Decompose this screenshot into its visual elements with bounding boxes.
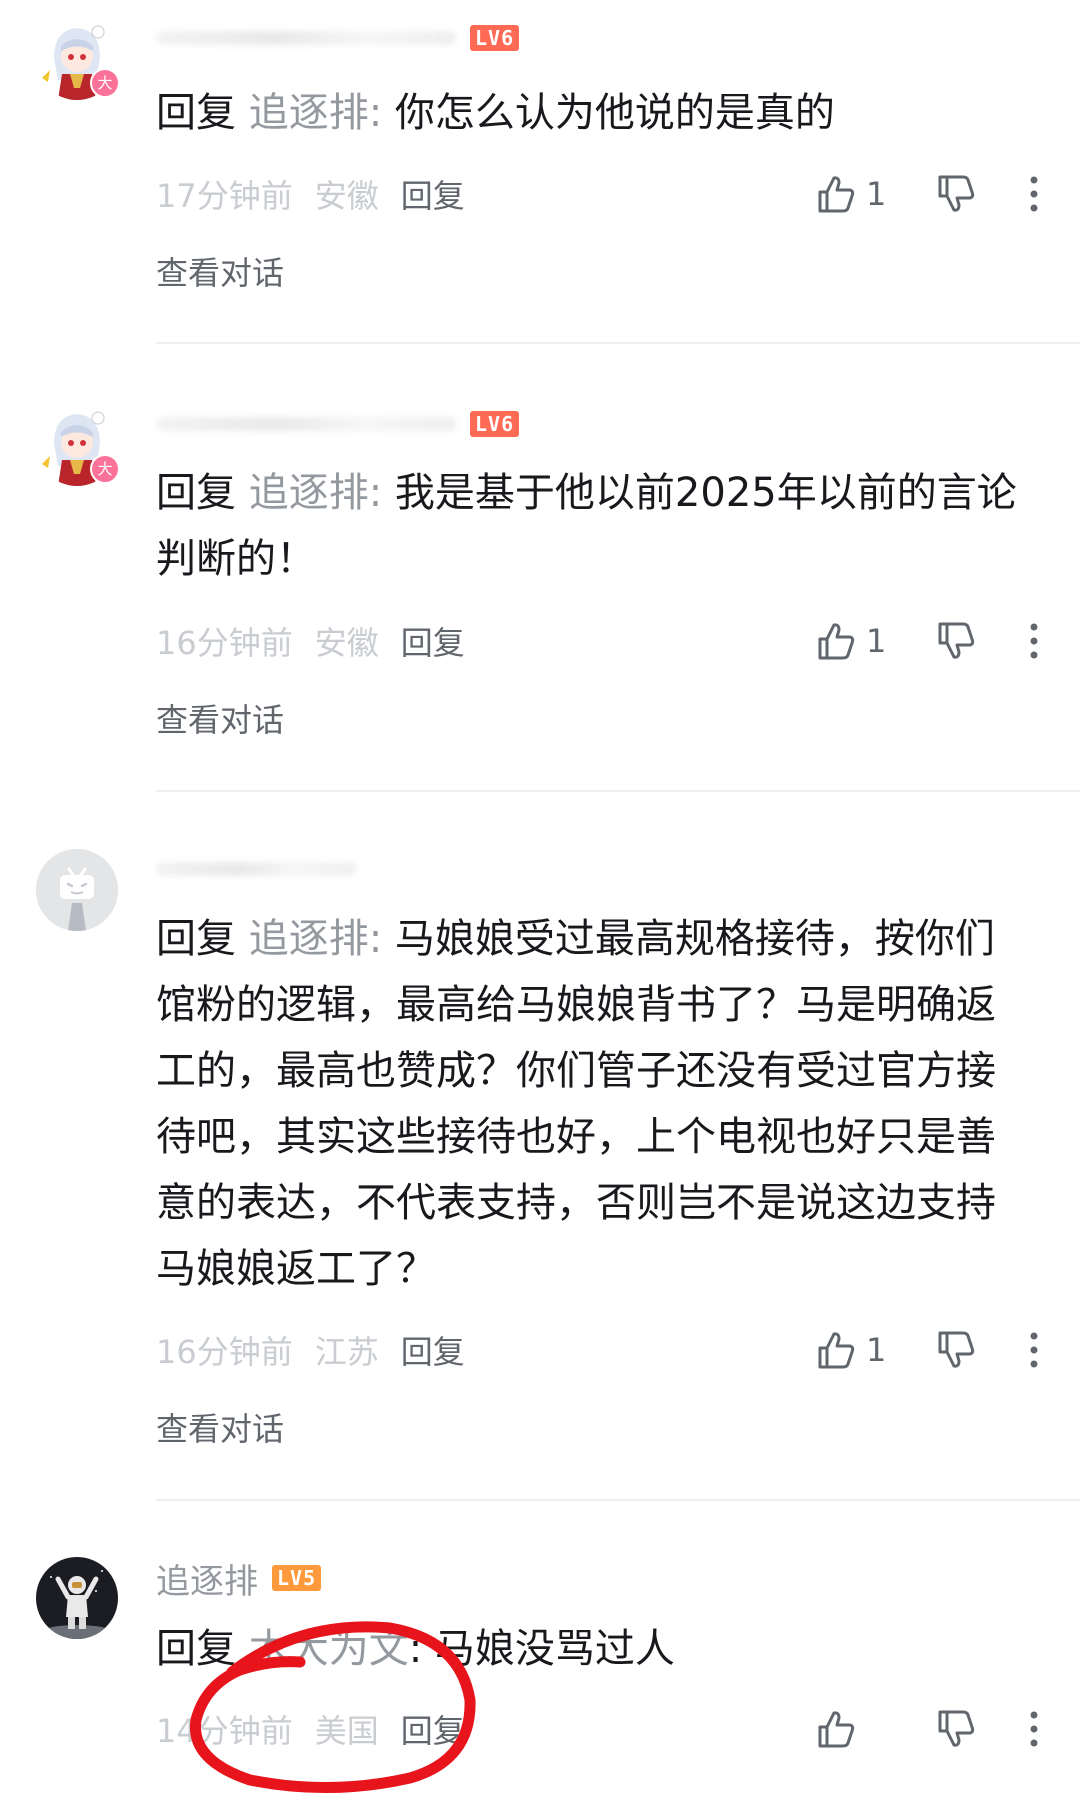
divider bbox=[156, 1499, 1080, 1501]
more-vertical-icon bbox=[1030, 623, 1038, 659]
thumbs-down-icon bbox=[938, 622, 975, 659]
dislike-button[interactable] bbox=[934, 172, 978, 216]
reply-target[interactable]: 追逐排 bbox=[249, 90, 369, 136]
avatar[interactable] bbox=[36, 1557, 118, 1639]
reply-button[interactable]: 回复 bbox=[401, 618, 465, 664]
default-tv-avatar-icon bbox=[36, 849, 118, 931]
astronaut-avatar-icon bbox=[36, 1557, 118, 1639]
username-row: 追逐排 LV5 bbox=[156, 1558, 322, 1602]
vip-badge: 大 bbox=[90, 68, 120, 98]
more-vertical-icon bbox=[1030, 1332, 1038, 1368]
comment-location: 安徽 bbox=[314, 624, 379, 662]
like-count: 1 bbox=[866, 622, 887, 660]
reply-prefix: 回复 bbox=[156, 916, 249, 962]
like-count: 1 bbox=[866, 175, 887, 213]
like-button[interactable]: 1 bbox=[814, 619, 894, 663]
reply-prefix: 回复 bbox=[156, 90, 249, 136]
vip-badge: 大 bbox=[90, 454, 120, 484]
more-vertical-icon bbox=[1030, 176, 1038, 212]
username[interactable]: 追逐排 bbox=[156, 1554, 258, 1603]
like-count: 1 bbox=[866, 1331, 887, 1369]
username-row bbox=[156, 849, 356, 889]
dislike-button[interactable] bbox=[934, 619, 978, 663]
thumbs-up-icon bbox=[818, 176, 855, 213]
like-button[interactable]: 1 bbox=[814, 1328, 894, 1372]
reply-button[interactable]: 回复 bbox=[401, 1706, 465, 1752]
like-button[interactable]: 1 bbox=[814, 172, 894, 216]
comment-content: 回复 追逐排: 我是基于他以前2025年以前的言论判断的！ bbox=[156, 460, 1026, 592]
comment-text: 你怎么认为他说的是真的 bbox=[394, 90, 835, 136]
comment-time: 16分钟前 bbox=[156, 1333, 293, 1371]
level-badge: LV5 bbox=[272, 1565, 322, 1591]
comment-actions: 1 bbox=[814, 619, 1046, 663]
thumbs-up-icon bbox=[818, 1332, 855, 1369]
reply-colon: : bbox=[368, 90, 395, 136]
divider bbox=[156, 790, 1080, 792]
view-conversation-link[interactable]: 查看对话 bbox=[156, 1404, 284, 1450]
comment-content: 回复 追逐排: 你怎么认为他说的是真的 bbox=[156, 80, 1026, 146]
comment-text: 马娘没骂过人 bbox=[434, 1626, 675, 1672]
divider bbox=[156, 342, 1080, 344]
comment-location: 江苏 bbox=[314, 1333, 379, 1371]
comment-content: 回复 追逐排: 马娘娘受过最高规格接待，按你们馆粉的逻辑，最高给马娘娘背书了？马… bbox=[156, 906, 1026, 1302]
reply-prefix: 回复 bbox=[156, 1626, 249, 1672]
username[interactable] bbox=[156, 417, 456, 431]
reply-button[interactable]: 回复 bbox=[401, 1327, 465, 1373]
comment-actions: 1 bbox=[814, 172, 1046, 216]
view-conversation-link[interactable]: 查看对话 bbox=[156, 248, 284, 294]
reply-colon: : bbox=[408, 1626, 435, 1672]
more-options-button[interactable] bbox=[1022, 1332, 1046, 1368]
reply-target[interactable]: 追逐排 bbox=[249, 916, 369, 962]
comment-text: 马娘娘受过最高规格接待，按你们馆粉的逻辑，最高给马娘娘背书了？马是明确返工的，最… bbox=[156, 916, 996, 1292]
reply-colon: : bbox=[368, 916, 395, 962]
more-vertical-icon bbox=[1030, 1711, 1038, 1747]
comment-time: 14分钟前 bbox=[156, 1712, 293, 1750]
avatar[interactable] bbox=[36, 849, 118, 931]
thumbs-down-icon bbox=[938, 175, 975, 212]
thumbs-up-icon bbox=[818, 623, 855, 660]
comment-time: 16分钟前 bbox=[156, 624, 293, 662]
level-badge: LV6 bbox=[470, 25, 520, 51]
comment-actions: 1 bbox=[814, 1328, 1046, 1372]
thumbs-down-icon bbox=[938, 1710, 975, 1747]
reply-colon: : bbox=[368, 470, 395, 516]
more-options-button[interactable] bbox=[1022, 176, 1046, 212]
comment-actions bbox=[814, 1707, 1046, 1751]
reply-button[interactable]: 回复 bbox=[401, 171, 465, 217]
like-button[interactable] bbox=[814, 1707, 894, 1751]
comment-location: 美国 bbox=[314, 1712, 379, 1750]
username[interactable] bbox=[156, 31, 456, 45]
thumbs-down-icon bbox=[938, 1331, 975, 1368]
dislike-button[interactable] bbox=[934, 1707, 978, 1751]
comment-content: 回复 木大为文: 马娘没骂过人 bbox=[156, 1616, 1026, 1682]
dislike-button[interactable] bbox=[934, 1328, 978, 1372]
comment-location: 安徽 bbox=[314, 177, 379, 215]
more-options-button[interactable] bbox=[1022, 623, 1046, 659]
comment-time: 17分钟前 bbox=[156, 177, 293, 215]
reply-target[interactable]: 木大为文 bbox=[249, 1626, 409, 1672]
username-row: LV6 bbox=[156, 404, 520, 444]
reply-prefix: 回复 bbox=[156, 470, 249, 516]
view-conversation-link[interactable]: 查看对话 bbox=[156, 695, 284, 741]
username[interactable] bbox=[156, 862, 356, 876]
more-options-button[interactable] bbox=[1022, 1711, 1046, 1747]
thumbs-up-icon bbox=[818, 1711, 855, 1748]
username-row: LV6 bbox=[156, 18, 520, 58]
reply-target[interactable]: 追逐排 bbox=[249, 470, 369, 516]
level-badge: LV6 bbox=[470, 411, 520, 437]
